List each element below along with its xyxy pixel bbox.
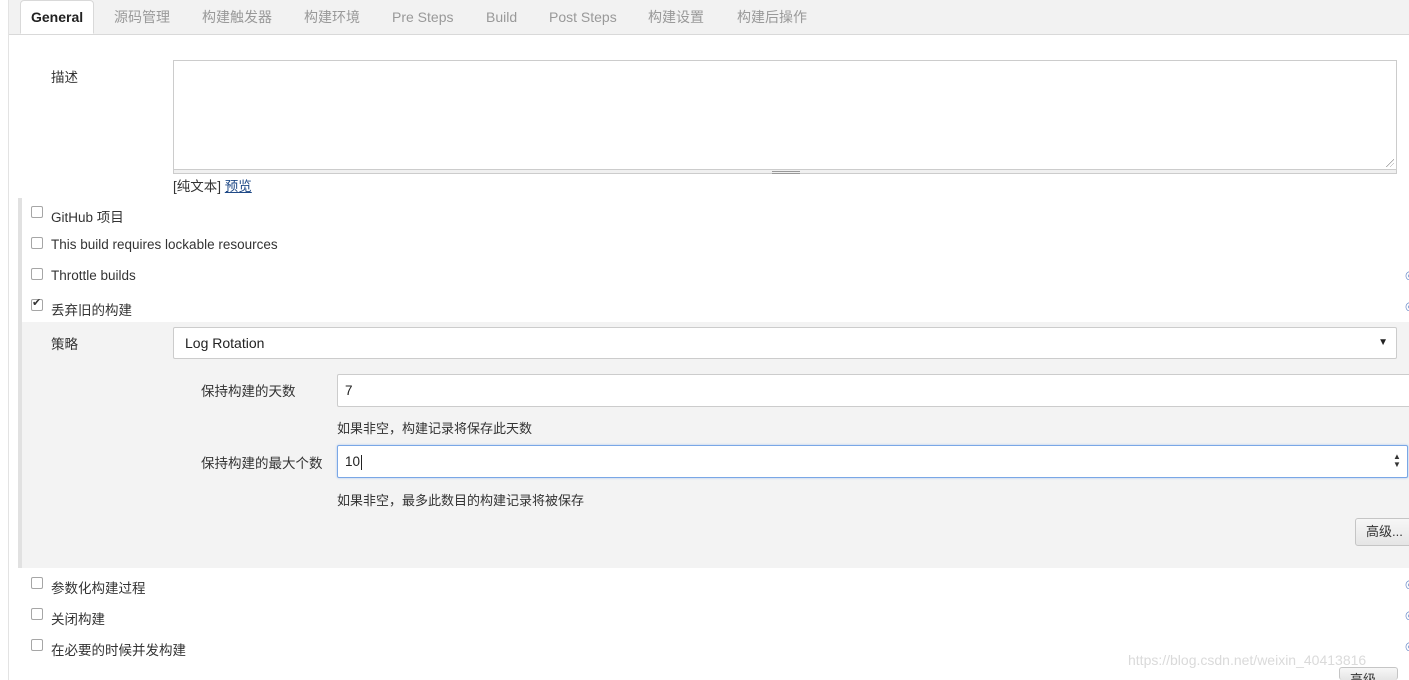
markup-formatter-line: [纯文本] 预览 xyxy=(173,175,252,195)
lockable-resources-checkbox[interactable] xyxy=(31,237,43,249)
github-project-checkbox[interactable] xyxy=(31,206,43,218)
help-icon[interactable]: ◎ xyxy=(1405,641,1409,651)
help-icon[interactable]: ◎ xyxy=(1405,579,1409,589)
discard-old-builds-checkbox[interactable] xyxy=(31,296,43,311)
parameterized-build-label: 参数化构建过程 xyxy=(51,581,146,596)
disable-build-label: 关闭构建 xyxy=(51,612,105,627)
throttle-builds-label: Throttle builds xyxy=(51,268,136,283)
tab-build-triggers[interactable]: 构建触发器 xyxy=(202,0,272,34)
dropdown-caret-icon: ▼ xyxy=(1378,337,1388,348)
description-label: 描述 xyxy=(51,70,78,85)
tab-post-steps[interactable]: Post Steps xyxy=(549,0,617,34)
tab-post-build-actions[interactable]: 构建后操作 xyxy=(737,0,807,34)
tab-build-environment[interactable]: 构建环境 xyxy=(304,0,360,34)
textarea-grip-bar[interactable] xyxy=(173,169,1397,174)
strategy-label: 策略 xyxy=(51,337,78,352)
number-spinner-icon[interactable]: ▲ ▼ xyxy=(1392,453,1402,469)
parameterized-build-checkbox[interactable] xyxy=(31,577,43,589)
concurrent-builds-checkbox[interactable] xyxy=(31,639,43,651)
help-icon[interactable]: ◎ xyxy=(1405,301,1409,311)
grip-icon xyxy=(772,171,800,174)
max-builds-input[interactable]: 10 ▲ ▼ xyxy=(337,445,1408,478)
days-to-keep-input[interactable]: 7 xyxy=(337,374,1409,407)
days-to-keep-hint: 如果非空，构建记录将保存此天数 xyxy=(337,421,533,436)
page-left-border xyxy=(8,0,9,680)
tab-pre-steps[interactable]: Pre Steps xyxy=(392,0,453,34)
max-builds-label: 保持构建的最大个数 xyxy=(201,456,323,471)
discard-old-builds-label: 丢弃旧的构建 xyxy=(51,303,132,318)
tab-general[interactable]: General xyxy=(20,0,95,34)
config-tab-bar: General 源码管理 构建触发器 构建环境 Pre Steps Build … xyxy=(9,0,1409,35)
concurrent-builds-label: 在必要的时候并发构建 xyxy=(51,643,186,658)
bottom-advanced-button[interactable]: 高级... xyxy=(1339,667,1398,680)
text-cursor xyxy=(361,454,363,470)
lockable-resources-label: This build requires lockable resources xyxy=(51,237,278,252)
max-builds-hint: 如果非空，最多此数目的构建记录将被保存 xyxy=(337,493,585,508)
discard-advanced-button[interactable]: 高级... xyxy=(1355,518,1409,546)
description-textarea[interactable] xyxy=(173,60,1397,170)
markup-format-label: [纯文本] xyxy=(173,179,222,194)
help-icon[interactable]: ◎ xyxy=(1405,270,1409,280)
preview-link[interactable]: 预览 xyxy=(225,179,252,194)
days-to-keep-label: 保持构建的天数 xyxy=(201,384,296,399)
watermark-text: https://blog.csdn.net/weixin_40413816 xyxy=(1128,652,1367,668)
throttle-builds-checkbox[interactable] xyxy=(31,268,43,280)
disable-build-checkbox[interactable] xyxy=(31,608,43,620)
help-icon[interactable]: ◎ xyxy=(1405,610,1409,620)
tab-build-settings[interactable]: 构建设置 xyxy=(648,0,704,34)
max-builds-value: 10 xyxy=(345,454,361,469)
strategy-selected-value: Log Rotation xyxy=(185,335,265,351)
textarea-resize-handle[interactable] xyxy=(1386,159,1394,167)
strategy-select[interactable]: Log Rotation ▼ xyxy=(173,327,1397,359)
tab-build[interactable]: Build xyxy=(486,0,517,34)
tab-source-code-management[interactable]: 源码管理 xyxy=(114,0,170,34)
github-project-label: GitHub 项目 xyxy=(51,210,124,225)
